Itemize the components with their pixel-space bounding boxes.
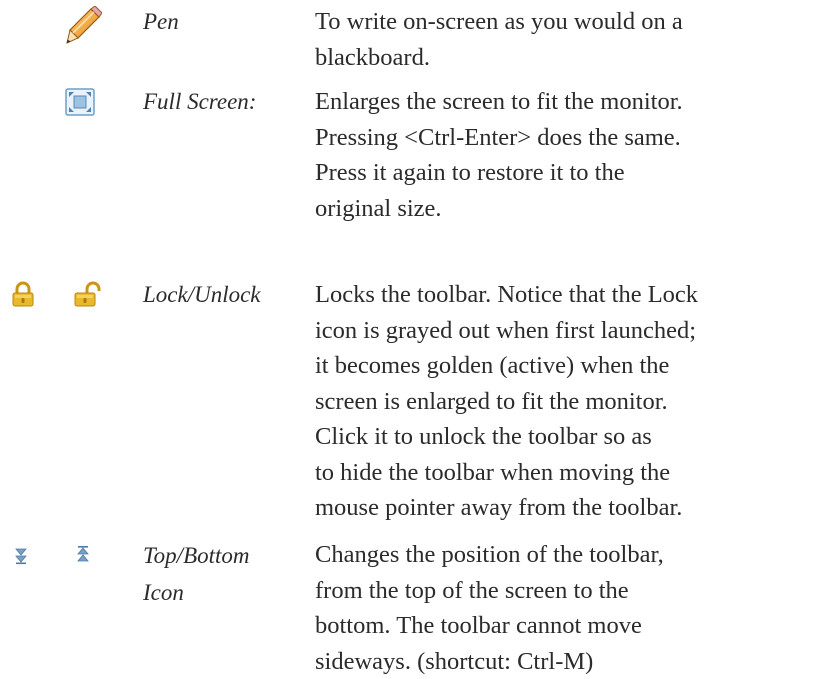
move-to-bottom-icon [13, 545, 29, 570]
term-pen: Pen [143, 9, 179, 34]
entry-full-screen: Full Screen: Enlarges the screen to fit … [0, 80, 825, 275]
unlock-icon [73, 281, 101, 312]
description-lock-unlock: Locks the toolbar. Notice that the Lock … [315, 281, 699, 521]
term-top-bottom: Top/Bottom Icon [143, 543, 250, 605]
entry-top-bottom: Top/Bottom Icon Changes the position of … [0, 535, 825, 675]
lock-icon [10, 281, 36, 312]
entry-pen: Pen To write on-screen as you would on a… [0, 0, 825, 80]
full-screen-icon [65, 88, 95, 121]
description-full-screen: Enlarges the screen to fit the monitor. … [315, 88, 683, 222]
entry-lock-unlock: Lock/Unlock Locks the toolbar. Notice th… [0, 275, 825, 535]
pencil-icon [64, 5, 103, 51]
description-pen: To write on-screen as you would on a bla… [315, 8, 683, 71]
description-top-bottom: Changes the position of the toolbar, fro… [315, 541, 664, 675]
term-lock-unlock: Lock/Unlock [143, 282, 261, 307]
term-full-screen: Full Screen: [143, 89, 257, 114]
move-to-top-icon [75, 545, 91, 570]
